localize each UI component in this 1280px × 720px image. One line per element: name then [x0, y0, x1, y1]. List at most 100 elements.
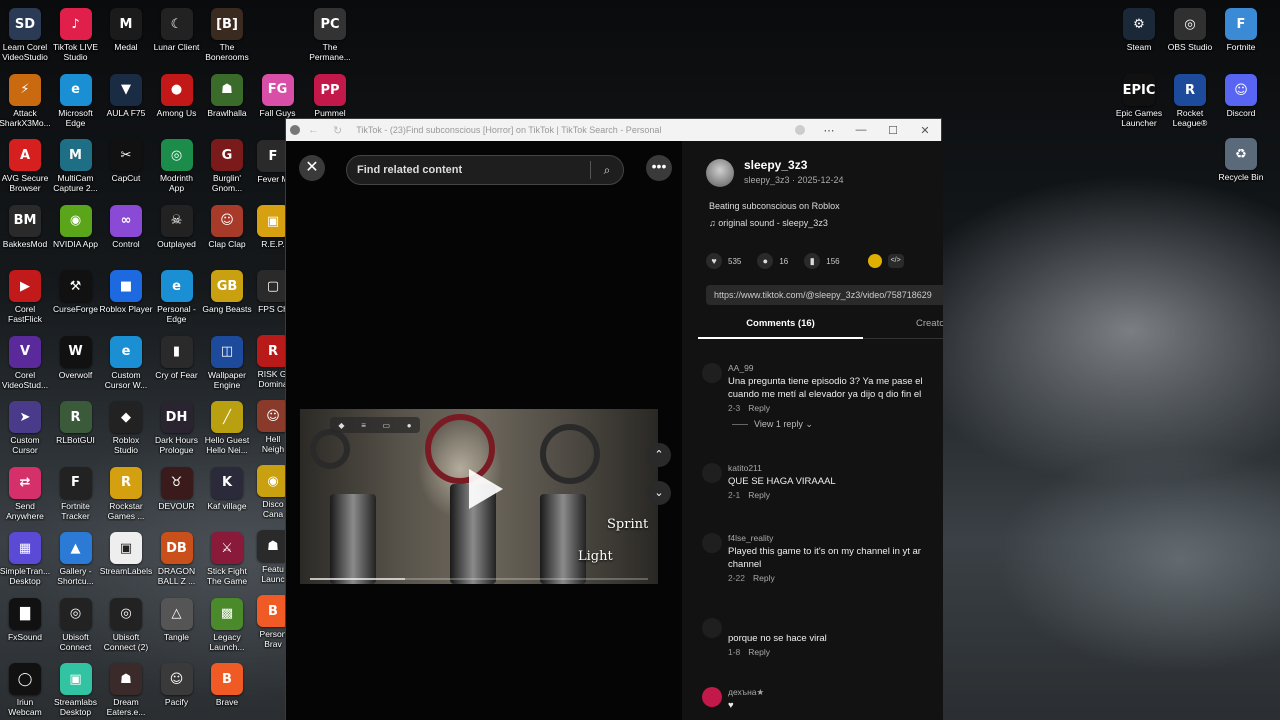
sound-link[interactable]: ♫ original sound - sleepy_3z3 — [709, 218, 828, 228]
view-replies-button[interactable]: View 1 reply ⌄ — [732, 419, 813, 430]
video-scene-valve — [540, 424, 600, 484]
previous-video-button[interactable]: ⌃ — [647, 443, 671, 467]
more-icon[interactable]: ⋯ — [813, 124, 845, 137]
avg-secure-browser-icon: A — [9, 139, 41, 171]
corel-fastflick-icon: ▶ — [9, 270, 41, 302]
curseforge-icon: ⚒ — [59, 270, 92, 302]
desktop-shortcut-fortnite[interactable]: F Fortnite — [1208, 4, 1274, 68]
streamlabels-icon: ▣ — [110, 532, 142, 564]
video-progress-bar[interactable] — [310, 578, 648, 580]
desktop-shortcut-brave[interactable]: B Brave — [194, 659, 260, 720]
control-icon: ∞ — [110, 204, 142, 237]
video-player[interactable]: ◆ ≡ ▭ ● Sprint Light — [300, 409, 658, 584]
discord-icon: ☺ — [1225, 74, 1257, 106]
video-scene-pipe — [330, 494, 376, 584]
bakkesmod-icon: BM — [9, 204, 41, 237]
dark-hours-prologue-icon: DH — [160, 401, 193, 433]
rocket-league-icon: R — [1174, 74, 1206, 106]
tiktok-live-studio-icon: ♪ — [59, 8, 92, 40]
minimize-button[interactable]: — — [845, 124, 877, 136]
reply-button[interactable]: Reply — [748, 403, 770, 413]
next-video-button[interactable]: ⌄ — [647, 481, 671, 505]
brave-icon: B — [211, 663, 243, 695]
maximize-button[interactable]: ☐ — [877, 124, 909, 137]
more-options-button[interactable]: ••• — [646, 155, 672, 181]
desktop-shortcut-label: Discord — [1226, 108, 1256, 118]
overwolf-icon: W — [59, 335, 92, 368]
modrinth-app-icon: ◎ — [160, 139, 193, 171]
streamlabs-desktop-icon: ▣ — [59, 663, 92, 695]
fall-guys-icon: FG — [261, 73, 294, 106]
desktop-shortcut-the-permane[interactable]: PC The Permane... — [297, 4, 363, 68]
comment-text: Una pregunta tiene episodio 3? Ya me pas… — [728, 376, 923, 400]
close-window-button[interactable]: ✕ — [909, 124, 941, 137]
avatar[interactable] — [706, 159, 734, 187]
commenter-username[interactable]: AA_99 — [728, 363, 754, 373]
play-icon[interactable] — [469, 469, 503, 509]
commenter-avatar[interactable] — [702, 463, 722, 483]
reply-button[interactable]: Reply — [748, 647, 770, 657]
search-input[interactable]: Find related content — [347, 164, 590, 176]
comment-text: QUE SE HAGA VIRAAAL — [728, 476, 836, 487]
steam-icon: ⚙ — [1123, 8, 1155, 40]
epic-games-launcher-icon: EPIC — [1123, 74, 1155, 106]
bookmark-icon: ▮ — [804, 253, 821, 269]
save-count: 156 — [826, 256, 840, 266]
reply-button[interactable]: Reply — [753, 573, 775, 583]
commenter-avatar[interactable] — [702, 363, 722, 383]
like-button[interactable]: ♥ 535 — [706, 253, 741, 269]
outplayed-icon: ☠ — [160, 204, 193, 237]
comment-date: 2-1 — [728, 490, 741, 500]
save-button[interactable]: ▮ 156 — [804, 253, 840, 269]
tab-comments[interactable]: Comments (16) — [698, 317, 863, 339]
video-caption-sprint: Sprint — [607, 517, 649, 532]
video-url-field[interactable]: https://www.tiktok.com/@sleepy_3z3/video… — [706, 285, 943, 305]
desktop-shortcut-the-bonerooms[interactable]: [B] The Bonerooms — [194, 4, 260, 68]
commenter-username[interactable]: katito211 — [728, 463, 762, 473]
gift-coin-icon[interactable] — [867, 254, 882, 268]
obs-studio-icon: ◎ — [1174, 8, 1206, 40]
search-icon[interactable]: ⌕ — [591, 163, 623, 178]
fortnite-tracker-icon: F — [59, 466, 92, 499]
tiktok-window: ← ↻ TikTok - (23)Find subconscious [Horr… — [285, 118, 943, 720]
ubisoft-connect-icon: ◎ — [59, 597, 92, 630]
hello-guest-hello-nei-icon: ╱ — [211, 401, 243, 433]
comment-date: 2-3 — [728, 403, 741, 413]
heart-icon: ♥ — [706, 253, 722, 269]
tab-creator-videos[interactable]: Creato — [916, 317, 943, 331]
personal-edge-icon: e — [160, 270, 193, 302]
commenter-avatar[interactable] — [702, 533, 722, 553]
author-username[interactable]: sleepy_3z3 — [744, 158, 807, 172]
video-viewer: ✕ Find related content ⌕ ••• ◆ ≡ ▭ ● Spr… — [286, 141, 682, 720]
search-bar[interactable]: Find related content ⌕ — [346, 155, 624, 185]
window-titlebar: ← ↻ TikTok - (23)Find subconscious [Horr… — [286, 119, 941, 141]
app-icon — [290, 125, 300, 135]
close-viewer-button[interactable]: ✕ — [299, 155, 325, 181]
commenter-username[interactable]: дехъна★ — [728, 687, 764, 698]
mic-icon: ● — [406, 420, 412, 430]
embed-icon[interactable]: </> — [887, 254, 904, 268]
profile-avatar-icon[interactable] — [795, 125, 805, 135]
multicam-capture-2-icon: M — [59, 139, 92, 171]
menu-icon: ≡ — [361, 420, 366, 430]
commenter-avatar[interactable] — [702, 687, 722, 707]
comment-date: 1-8 — [728, 647, 741, 657]
simpletran-desktop-icon: ▦ — [9, 532, 41, 564]
dream-eaters-e-icon: ☗ — [110, 663, 142, 695]
gallery-shortcu-icon: ▲ — [59, 532, 92, 564]
reply-button[interactable]: Reply — [748, 490, 770, 500]
comment-button[interactable]: ● 16 — [757, 253, 788, 269]
desktop-shortcut-label: Recycle Bin — [1218, 172, 1264, 182]
refresh-icon[interactable]: ↻ — [333, 124, 342, 137]
nvidia-app-icon: ◉ — [59, 204, 92, 237]
attack-sharkx3mo-icon: ⚡ — [9, 73, 41, 106]
tangle-icon: △ — [160, 597, 193, 630]
legacy-launch-icon: ▩ — [211, 597, 243, 630]
commenter-username[interactable]: f4lse_reality — [728, 533, 773, 543]
back-icon[interactable]: ← — [308, 124, 319, 136]
lunar-client-icon: ☾ — [160, 8, 193, 40]
desktop-shortcut-recycle-bin[interactable]: ♻ Recycle Bin — [1208, 134, 1274, 198]
commenter-avatar[interactable] — [702, 618, 722, 638]
comment-text: porque no se hace viral — [728, 633, 827, 644]
desktop-shortcut-discord[interactable]: ☺ Discord — [1208, 70, 1274, 134]
